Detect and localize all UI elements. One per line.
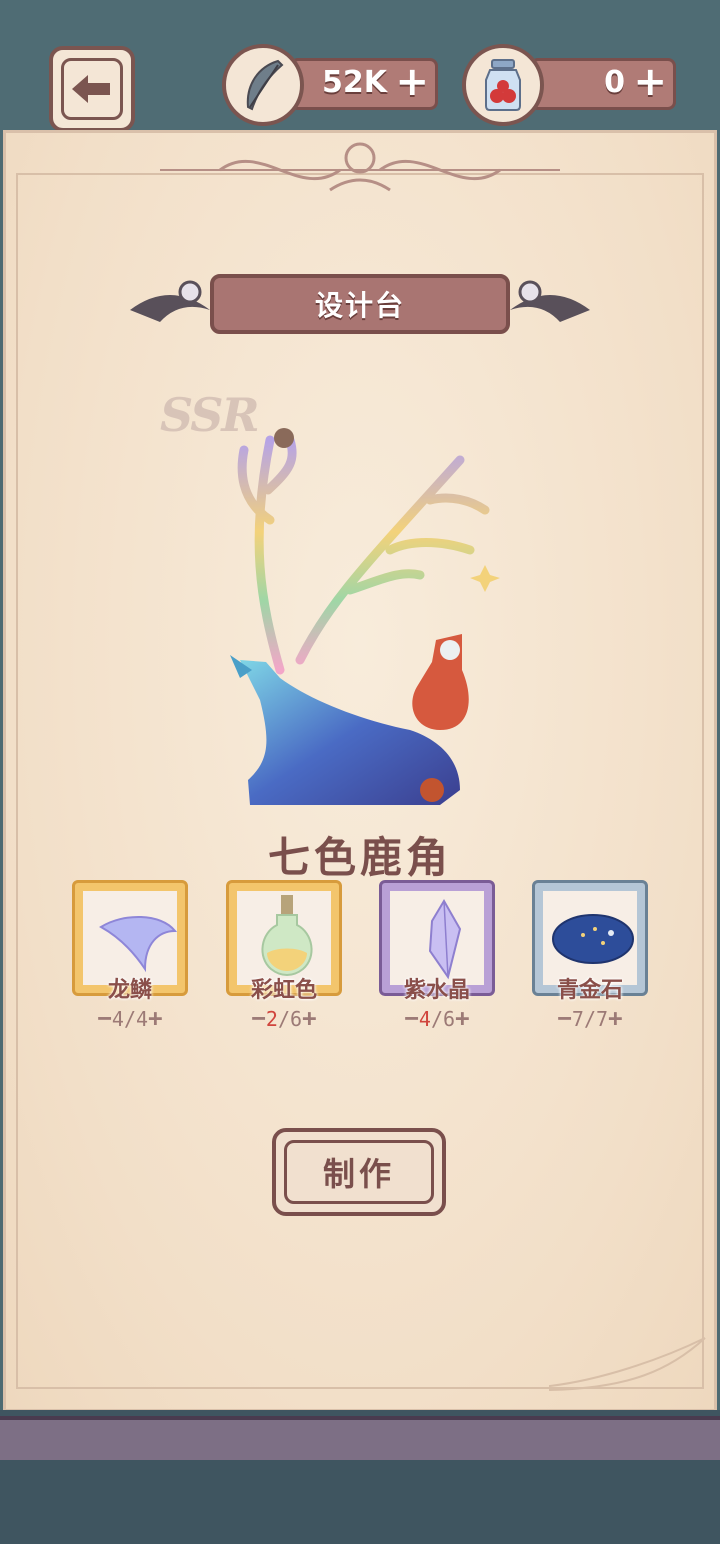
make-button[interactable]: 制作 (272, 1128, 446, 1216)
jar-amount: 0 (604, 65, 625, 100)
squirrel-icon (420, 778, 444, 802)
make-button-frame: 制作 (284, 1140, 434, 1204)
jar-icon-badge (462, 44, 544, 126)
increase-button[interactable]: + (302, 1004, 316, 1032)
material-need: 7 (596, 1007, 609, 1031)
wooden-shelf (0, 1416, 720, 1460)
decrease-button[interactable]: − (557, 1004, 571, 1032)
feather-resource-bar: 52K + (290, 58, 438, 110)
material-counter: −7/7+ (557, 1004, 623, 1032)
decrease-button[interactable]: − (404, 1004, 418, 1032)
material-need: 6 (443, 1007, 456, 1031)
material-have: 7 (571, 1007, 584, 1031)
owl-icon (274, 428, 294, 448)
make-button-label: 制作 (322, 1155, 395, 1193)
increase-button[interactable]: + (455, 1004, 469, 1032)
rainbow-deer-illustration (230, 428, 500, 805)
material-name: 青金石 (556, 978, 623, 1003)
material-need: 6 (290, 1007, 303, 1031)
material-counter: −4/6+ (404, 1004, 470, 1032)
material-card-inner (390, 891, 484, 985)
increase-button[interactable]: + (148, 1004, 162, 1032)
panel-title-text: 设计台 (314, 289, 405, 322)
panel-title: 设计台 (210, 274, 510, 334)
material-slot-dragon-scale[interactable]: 龙鳞 −4/4+ (72, 880, 188, 1032)
material-slot-amethyst[interactable]: 紫水晶 −4/6+ (379, 880, 495, 1032)
top-ornament-icon (160, 142, 560, 192)
jar-add-button[interactable]: + (633, 59, 667, 105)
material-card-inner (237, 891, 331, 985)
jar-resource-bar: 0 + (530, 58, 676, 110)
material-counter: −2/6+ (251, 1004, 317, 1032)
material-name: 彩虹色 (250, 978, 317, 1003)
increase-button[interactable]: + (608, 1004, 622, 1032)
feather-add-button[interactable]: + (395, 59, 429, 105)
material-card-inner (543, 891, 637, 985)
quill-decoration-icon (549, 1337, 706, 1392)
material-name: 龙鳞 (107, 978, 152, 1003)
material-name: 紫水晶 (403, 978, 470, 1003)
feather-icon (246, 59, 284, 111)
material-have: 4 (111, 1007, 124, 1031)
decrease-button[interactable]: − (97, 1004, 111, 1032)
material-card-inner (83, 891, 178, 985)
material-need: 4 (136, 1007, 149, 1031)
back-arrow-icon (72, 75, 110, 103)
feather-amount: 52K (322, 65, 387, 100)
feather-icon-badge (222, 44, 304, 126)
back-button[interactable] (49, 46, 135, 132)
material-counter: −4/4+ (97, 1004, 163, 1032)
material-slot-lapis[interactable]: 青金石 −7/7+ (532, 880, 648, 1032)
decrease-button[interactable]: − (251, 1004, 265, 1032)
material-have: 2 (265, 1007, 278, 1031)
berry-jar-icon (485, 59, 521, 111)
material-slot-rainbow[interactable]: 彩虹色 −2/6+ (226, 880, 342, 1032)
material-have: 4 (418, 1007, 431, 1031)
back-button-frame (61, 58, 123, 120)
item-name: 七色鹿角 (267, 833, 452, 882)
